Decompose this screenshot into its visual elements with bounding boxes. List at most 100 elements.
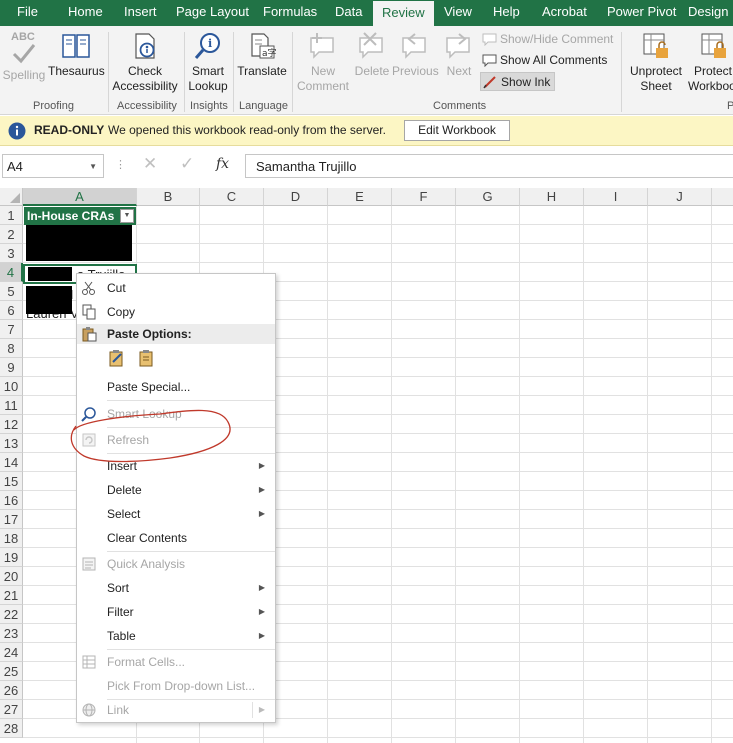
tab-help[interactable]: Help: [493, 0, 520, 26]
insert-function-icon[interactable]: fx: [216, 156, 229, 172]
tab-design[interactable]: Design: [688, 0, 728, 26]
show-hide-comment-button[interactable]: Show/Hide Comment: [480, 30, 613, 49]
spelling-button[interactable]: ABC Spelling: [2, 30, 46, 83]
menu-item-quick-analysis[interactable]: Quick Analysis: [77, 552, 275, 576]
row-header[interactable]: 21: [0, 586, 23, 605]
menu-item-select[interactable]: Select ▶: [77, 502, 275, 526]
row-header[interactable]: 18: [0, 529, 23, 548]
row-header[interactable]: 6: [0, 301, 23, 320]
menu-item-pick-from-list[interactable]: Pick From Drop-down List...: [77, 674, 275, 698]
edit-workbook-button[interactable]: Edit Workbook: [404, 120, 510, 141]
show-all-comments-button[interactable]: Show All Comments: [480, 51, 607, 70]
row-header[interactable]: 5: [0, 282, 23, 301]
chevron-down-icon[interactable]: ▼: [89, 162, 97, 171]
row-header[interactable]: 20: [0, 567, 23, 586]
cell-a1-table-header[interactable]: In-House CRAs ▼: [24, 207, 136, 225]
column-header-k[interactable]: [712, 188, 733, 206]
tab-review[interactable]: Review: [373, 1, 434, 26]
paste-option-values[interactable]: [137, 348, 157, 370]
show-ink-button[interactable]: Show Ink: [480, 72, 556, 91]
translate-button[interactable]: a字 Translate: [235, 30, 289, 79]
row-header[interactable]: 15: [0, 472, 23, 491]
tab-view[interactable]: View: [444, 0, 472, 26]
group-separator: [233, 32, 234, 112]
tab-formulas[interactable]: Formulas: [263, 0, 317, 26]
thesaurus-button[interactable]: Thesaurus: [48, 30, 105, 79]
enter-icon[interactable]: ✓: [180, 154, 194, 174]
row-header[interactable]: 1: [0, 206, 23, 225]
new-comment-label-1: New: [310, 64, 335, 78]
row-header[interactable]: 10: [0, 377, 23, 396]
gridline: [519, 206, 520, 743]
menu-item-copy[interactable]: Copy: [77, 300, 275, 324]
row-header[interactable]: 27: [0, 700, 23, 719]
cancel-icon[interactable]: ✕: [143, 154, 157, 174]
row-header[interactable]: 4: [0, 263, 23, 282]
row-header[interactable]: 14: [0, 453, 23, 472]
paste-option-formatting[interactable]: [107, 348, 127, 370]
tab-home[interactable]: Home: [68, 0, 103, 26]
row-header[interactable]: 17: [0, 510, 23, 529]
row-header[interactable]: 2: [0, 225, 23, 244]
column-header-b[interactable]: B: [137, 188, 200, 206]
menu-item-sort[interactable]: Sort ▶: [77, 576, 275, 600]
row-header[interactable]: 19: [0, 548, 23, 567]
column-header-j[interactable]: J: [648, 188, 712, 206]
filter-dropdown-icon[interactable]: ▼: [120, 209, 134, 223]
row-header[interactable]: 24: [0, 643, 23, 662]
tab-insert[interactable]: Insert: [124, 0, 157, 26]
gridline: [327, 206, 328, 743]
row-header[interactable]: 3: [0, 244, 23, 263]
row-header[interactable]: 23: [0, 624, 23, 643]
protect-workbook-button[interactable]: Protect Workbook: [688, 30, 733, 94]
menu-item-delete[interactable]: Delete ▶: [77, 478, 275, 502]
column-header-f[interactable]: F: [392, 188, 456, 206]
row-header[interactable]: 13: [0, 434, 23, 453]
delete-comment-button[interactable]: Delete: [352, 30, 392, 79]
new-comment-button[interactable]: New Comment: [294, 30, 352, 94]
menu-item-clear-contents[interactable]: Clear Contents: [77, 526, 275, 550]
tab-power-pivot[interactable]: Power Pivot: [607, 0, 676, 26]
column-header-h[interactable]: H: [520, 188, 584, 206]
menu-item-filter[interactable]: Filter ▶: [77, 600, 275, 624]
row-header[interactable]: 22: [0, 605, 23, 624]
column-header-g[interactable]: G: [456, 188, 520, 206]
menu-item-cut[interactable]: Cut: [77, 276, 275, 300]
menu-item-format-cells[interactable]: Format Cells...: [77, 650, 275, 674]
check-accessibility-button[interactable]: Check Accessibility: [110, 30, 180, 94]
row-header[interactable]: 16: [0, 491, 23, 510]
tab-page-layout[interactable]: Page Layout: [176, 0, 249, 26]
unprotect-sheet-button[interactable]: Unprotect Sheet: [626, 30, 686, 94]
row-header[interactable]: 28: [0, 719, 23, 738]
previous-comment-button[interactable]: Previous: [392, 30, 439, 79]
menu-item-paste-special[interactable]: Paste Special...: [77, 375, 275, 399]
row-header[interactable]: 12: [0, 415, 23, 434]
tab-acrobat[interactable]: Acrobat: [542, 0, 587, 26]
tab-data[interactable]: Data: [335, 0, 362, 26]
column-header-e[interactable]: E: [328, 188, 392, 206]
next-comment-button[interactable]: Next: [440, 30, 478, 79]
formula-input[interactable]: Samantha Trujillo: [245, 154, 733, 178]
column-header-i[interactable]: I: [584, 188, 648, 206]
column-header-c[interactable]: C: [200, 188, 264, 206]
row-header[interactable]: 9: [0, 358, 23, 377]
row-header[interactable]: 25: [0, 662, 23, 681]
tab-file[interactable]: File: [17, 0, 38, 26]
menu-item-table[interactable]: Table ▶: [77, 624, 275, 648]
more-options-icon[interactable]: ⋮: [115, 158, 126, 171]
cut-icon: [82, 281, 95, 295]
gridline: [391, 206, 392, 743]
row-header[interactable]: 8: [0, 339, 23, 358]
row-header[interactable]: 7: [0, 320, 23, 339]
row-header[interactable]: 11: [0, 396, 23, 415]
show-ink-label: Show Ink: [501, 75, 551, 89]
menu-item-link[interactable]: Link ▶: [77, 698, 275, 722]
name-box[interactable]: A4 ▼: [2, 154, 104, 178]
column-header-d[interactable]: D: [264, 188, 328, 206]
paste-icon: [82, 327, 97, 342]
smart-lookup-button[interactable]: i Smart Lookup: [186, 30, 230, 94]
column-header-a[interactable]: A: [23, 188, 137, 206]
select-all-corner[interactable]: [0, 188, 23, 206]
svg-text:a字: a字: [262, 47, 277, 59]
row-header[interactable]: 26: [0, 681, 23, 700]
